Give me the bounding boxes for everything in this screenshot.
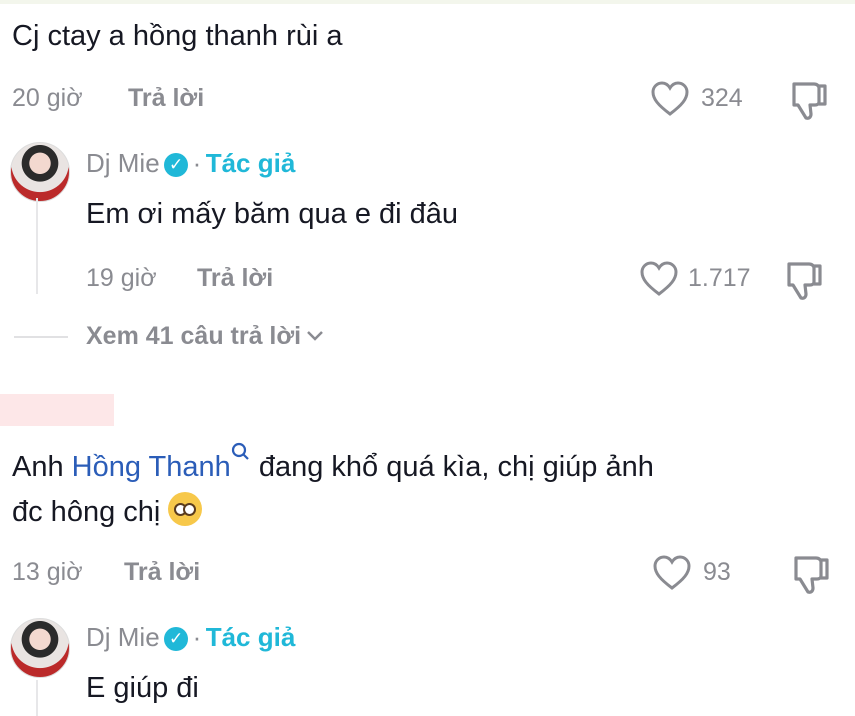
like-count: 1.717 bbox=[688, 264, 751, 292]
verified-check-icon: ✓ bbox=[164, 153, 189, 177]
reply-button[interactable]: Trả lời bbox=[197, 264, 273, 293]
thumbs-down-outline-icon[interactable] bbox=[785, 258, 825, 302]
heart-outline-icon[interactable] bbox=[652, 554, 692, 592]
author-tag: Tác giả bbox=[205, 622, 296, 652]
verified-check-icon: ✓ bbox=[164, 627, 189, 651]
highlight-bar bbox=[0, 394, 114, 426]
comment-time: 20 giờ bbox=[12, 84, 83, 112]
author-name[interactable]: Dj Mie bbox=[86, 148, 160, 178]
like-count: 93 bbox=[703, 558, 731, 586]
thumbs-down-outline-icon[interactable] bbox=[790, 78, 830, 122]
like-count: 324 bbox=[701, 84, 743, 112]
chevron-down-icon bbox=[306, 331, 324, 348]
search-icon[interactable] bbox=[231, 442, 251, 483]
comment-time: 19 giờ bbox=[86, 264, 157, 292]
top-divider bbox=[0, 0, 855, 4]
comment-text-suffix: đang khổ quá kìa, chị giúp ảnh bbox=[250, 451, 654, 483]
comment-time: 13 giờ bbox=[12, 558, 83, 586]
comment-text: E giúp đi bbox=[86, 672, 199, 704]
comment-text: Em ơi mấy băm qua e đi đâu bbox=[86, 198, 459, 230]
comment-text-line2: đc hông chị bbox=[12, 492, 203, 530]
heart-outline-icon[interactable] bbox=[639, 260, 679, 298]
author-name[interactable]: Dj Mie bbox=[86, 622, 160, 652]
comment-text-line2-label: đc hông chị bbox=[12, 496, 161, 528]
reply-button[interactable]: Trả lời bbox=[124, 558, 200, 587]
avatar[interactable] bbox=[10, 142, 70, 202]
pleading-face-emoji bbox=[168, 492, 203, 526]
heart-outline-icon[interactable] bbox=[650, 80, 690, 118]
thumbs-down-outline-icon[interactable] bbox=[792, 552, 832, 596]
comment-header: Dj Mie ✓ · Tác giả bbox=[86, 148, 295, 179]
view-replies-label: Xem 41 câu trả lời bbox=[86, 322, 302, 350]
reply-button[interactable]: Trả lời bbox=[128, 84, 204, 113]
view-replies-line bbox=[14, 336, 68, 338]
comment-text-line1: Anh Hồng Thanh đang khổ quá kìa, chị giú… bbox=[12, 442, 654, 485]
comment-text-prefix: Anh bbox=[12, 451, 72, 483]
thread-line bbox=[36, 680, 38, 716]
author-tag: Tác giả bbox=[205, 148, 296, 178]
mention-link[interactable]: Hồng Thanh bbox=[72, 451, 231, 483]
separator: · bbox=[192, 622, 202, 652]
comment-text: Cj ctay a hồng thanh rùi a bbox=[12, 20, 343, 52]
view-replies-button[interactable]: Xem 41 câu trả lời bbox=[86, 322, 324, 351]
thread-line bbox=[36, 198, 38, 294]
avatar[interactable] bbox=[10, 618, 70, 678]
separator: · bbox=[192, 148, 202, 178]
comment-header: Dj Mie ✓ · Tác giả bbox=[86, 622, 295, 653]
